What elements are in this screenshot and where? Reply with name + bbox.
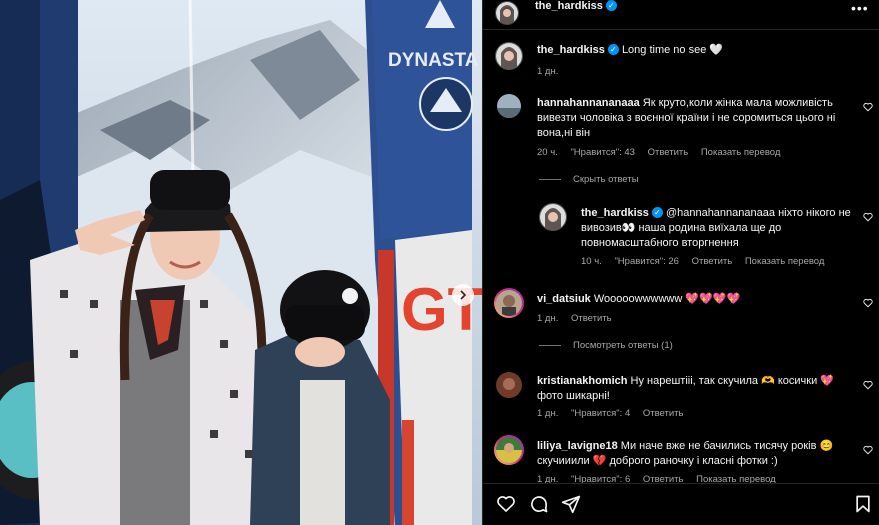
comment-meta: 1 дн. Ответить <box>537 313 622 324</box>
heart-icon[interactable] <box>863 445 873 455</box>
caption-avatar[interactable] <box>495 42 523 70</box>
author-avatar[interactable] <box>495 1 519 25</box>
more-icon[interactable]: ••• <box>851 0 869 16</box>
comment-time: 1 дн. <box>537 313 559 324</box>
comment-body: liliya_lavigne18 Ми наче вже не бачились… <box>537 439 852 469</box>
comment-time: 1 дн. <box>537 408 559 419</box>
reply-button[interactable]: Ответить <box>643 474 684 483</box>
reply-avatar[interactable] <box>539 203 567 231</box>
caption-time: 1 дн. <box>537 66 559 77</box>
verified-badge-icon: ✓ <box>651 207 663 218</box>
verified-badge-icon: ✓ <box>607 44 619 55</box>
heart-icon[interactable] <box>863 102 873 112</box>
comment-username[interactable]: hannahannananaaa <box>537 97 640 109</box>
caption-meta: 1 дн. <box>537 66 568 77</box>
reply-button[interactable]: Ответить <box>692 256 733 267</box>
reply-username[interactable]: the_hardkiss <box>581 207 649 219</box>
comment-avatar[interactable] <box>497 94 521 118</box>
comment-body: hannahannananaaa Як круто,коли жінка мал… <box>537 96 852 141</box>
header-username[interactable]: the_hardkiss <box>535 0 603 12</box>
reply-button[interactable]: Ответить <box>643 408 684 419</box>
comment-meta: 1 дн. "Нравится": 6 Ответить Показать пе… <box>537 474 786 483</box>
comment-username[interactable]: liliya_lavigne18 <box>537 440 618 452</box>
comment-meta: 20 ч. "Нравится": 43 Ответить Показать п… <box>537 147 790 158</box>
comment-time: 1 дн. <box>537 474 559 483</box>
comment-likes[interactable]: "Нравится": 6 <box>571 474 630 483</box>
heart-icon[interactable] <box>496 494 516 514</box>
comment-likes[interactable]: "Нравится": 43 <box>570 147 635 158</box>
heart-icon[interactable] <box>863 380 873 390</box>
post-header: the_hardkiss ✓ ••• <box>483 0 879 30</box>
bookmark-icon[interactable] <box>853 494 873 514</box>
comment-body: kristianakhomich Ну нарештііі, так скучи… <box>537 374 852 404</box>
comment-avatar[interactable] <box>496 372 522 398</box>
hide-replies-label: Скрыть ответы <box>573 174 639 185</box>
translate-button[interactable]: Показать перевод <box>696 474 776 483</box>
comment-likes[interactable]: "Нравится": 4 <box>571 408 630 419</box>
comment-avatar[interactable] <box>494 288 524 318</box>
reply-button[interactable]: Ответить <box>648 147 689 158</box>
reply-button[interactable]: Ответить <box>571 313 612 324</box>
reply-likes[interactable]: "Нравится": 26 <box>614 256 679 267</box>
caption-text: Long time no see 🤍 <box>621 44 724 56</box>
post-photo[interactable]: DYNASTA GT <box>0 0 482 525</box>
comment-meta: 1 дн. "Нравится": 4 Ответить <box>537 408 693 419</box>
hide-replies-button[interactable]: Скрыть ответы <box>539 174 639 185</box>
comment-avatar[interactable] <box>494 435 524 465</box>
reply-time: 10 ч. <box>581 256 602 267</box>
carousel-next-button[interactable] <box>452 284 474 306</box>
caption: the_hardkiss ✓ Long time no see 🤍 <box>537 43 857 58</box>
comment-time: 20 ч. <box>537 147 558 158</box>
view-replies-label: Посмотреть ответы (1) <box>573 340 673 351</box>
chevron-right-icon <box>460 290 467 300</box>
share-icon[interactable] <box>561 494 581 514</box>
comment-icon[interactable] <box>529 494 549 514</box>
reply-meta: 10 ч. "Нравится": 26 Ответить Показать п… <box>581 256 834 267</box>
translate-button[interactable]: Показать перевод <box>701 147 781 158</box>
comments-panel: the_hardkiss ✓ ••• the_hardkiss ✓ Long tim… <box>482 0 879 525</box>
caption-username[interactable]: the_hardkiss <box>537 44 605 56</box>
heart-icon[interactable] <box>863 298 873 308</box>
photo-sign-text: DYNASTA <box>388 50 479 71</box>
comment-body: vi_datsiuk Wooooowwwwww 💖💖💖💖 <box>537 292 852 307</box>
verified-badge-icon: ✓ <box>605 0 617 11</box>
comment-username[interactable]: vi_datsiuk <box>537 293 591 305</box>
comments-list[interactable]: the_hardkiss ✓ Long time no see 🤍 1 дн. h… <box>483 30 879 483</box>
reply-mention[interactable]: @hannahannananaaa <box>666 207 775 219</box>
reply-body: the_hardkiss ✓ @hannahannananaaa ніхто ні… <box>581 206 853 251</box>
action-bar <box>483 483 879 525</box>
translate-button[interactable]: Показать перевод <box>745 256 825 267</box>
comment-username[interactable]: kristianakhomich <box>537 375 627 387</box>
comment-text: Wooooowwwwww 💖💖💖💖 <box>593 293 741 305</box>
heart-icon[interactable] <box>863 212 873 222</box>
view-replies-button[interactable]: Посмотреть ответы (1) <box>539 340 673 351</box>
